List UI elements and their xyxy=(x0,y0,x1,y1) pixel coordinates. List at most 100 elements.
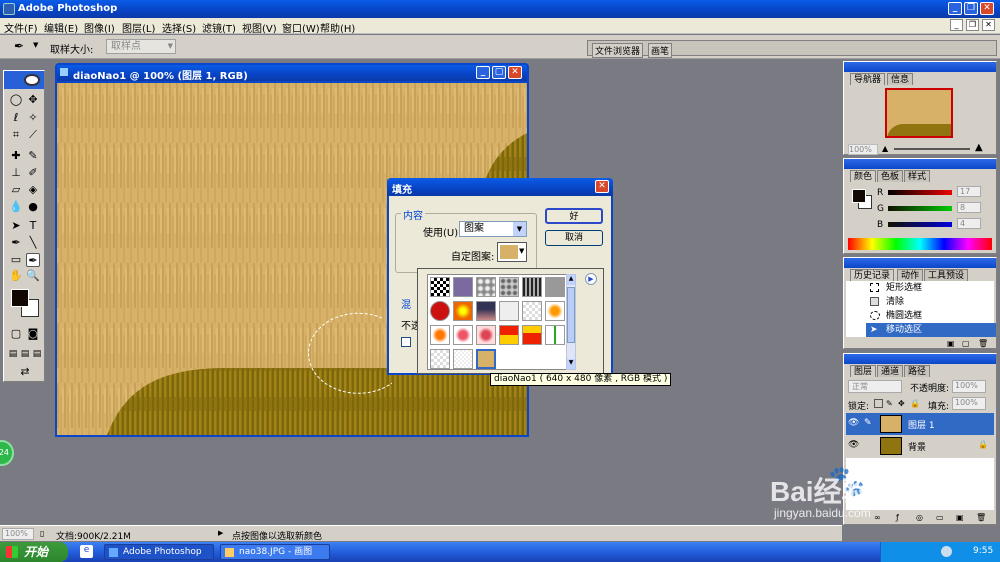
pattern-green-bar[interactable] xyxy=(545,325,565,345)
jump-to-imageready-icon[interactable]: ⇄ xyxy=(14,365,36,379)
tab-layers[interactable]: 图层 xyxy=(850,365,877,377)
path-select-icon[interactable]: ➤ xyxy=(9,219,23,233)
eyedropper-tool-icon[interactable]: ✒ xyxy=(26,253,40,267)
pattern-red-yellow-2[interactable] xyxy=(522,325,542,345)
menu-filter[interactable]: 滤镜(T) xyxy=(202,20,236,35)
history-snapshot-icon[interactable]: ▢ xyxy=(962,339,970,348)
maximize-button[interactable]: ❐ xyxy=(964,2,978,15)
layers-fill-value[interactable]: 100% xyxy=(952,397,986,410)
tab-paths[interactable]: 路径 xyxy=(904,365,931,377)
brush-tool-icon[interactable]: ✎ xyxy=(26,149,40,163)
clone-stamp-icon[interactable]: ⊥ xyxy=(9,166,23,180)
r-value[interactable]: 17 xyxy=(957,186,981,197)
scroll-down-icon[interactable]: ▼ xyxy=(567,359,575,369)
r-slider[interactable] xyxy=(888,190,952,195)
eye-icon[interactable]: 👁 xyxy=(848,418,859,428)
zoom-out-icon[interactable]: ▲ xyxy=(882,144,888,153)
history-delete-icon[interactable]: 🗑 xyxy=(978,339,988,348)
color-fg-swatch[interactable] xyxy=(852,189,866,203)
blend-mode-select[interactable]: 正常 xyxy=(848,380,902,393)
crop-tool-icon[interactable]: ⌗ xyxy=(9,128,23,142)
pattern-transparent-2[interactable] xyxy=(430,349,450,369)
menu-image[interactable]: 图像(I) xyxy=(84,20,115,35)
status-zoom[interactable]: 100% xyxy=(2,528,34,540)
pattern-transparent-3[interactable] xyxy=(453,349,473,369)
lock-transparency-icon[interactable] xyxy=(874,399,883,408)
menu-minimize-icon[interactable]: _ xyxy=(950,19,963,31)
lock-image-icon[interactable]: ✎ xyxy=(886,399,893,408)
hand-tool-icon[interactable]: ✋ xyxy=(9,269,23,283)
tab-swatches[interactable]: 色板 xyxy=(877,170,904,182)
layer-row-background[interactable]: 👁 背景 🔒 xyxy=(846,435,994,457)
eye-icon[interactable]: 👁 xyxy=(848,440,859,450)
tab-tool-presets[interactable]: 工具预设 xyxy=(924,269,969,281)
tab-file-browser[interactable]: 文件浏览器 xyxy=(592,43,644,58)
lasso-tool-icon[interactable]: ℓ xyxy=(9,111,23,125)
layer-row-layer1[interactable]: 👁 ✎ 图层 1 xyxy=(846,413,994,435)
menu-file[interactable]: 文件(F) xyxy=(4,20,38,35)
use-select[interactable]: 图案 ▼ xyxy=(459,221,527,237)
tool-preset-arrow-icon[interactable]: ▼ xyxy=(33,41,38,49)
pattern-menu-arrow-icon[interactable]: ▶ xyxy=(585,273,597,285)
lock-position-icon[interactable]: ✥ xyxy=(898,399,905,408)
status-arrow-icon[interactable]: ▶ xyxy=(218,529,223,537)
pattern-scrollbar[interactable]: ▲ ▼ xyxy=(566,274,576,370)
pattern-photo[interactable] xyxy=(476,301,496,321)
pattern-orange-flower[interactable] xyxy=(545,301,565,321)
doc-maximize-button[interactable]: ▢ xyxy=(492,66,506,79)
menu-layer[interactable]: 图层(L) xyxy=(122,20,155,35)
menu-view[interactable]: 视图(V) xyxy=(242,20,277,35)
tab-styles[interactable]: 样式 xyxy=(904,170,931,182)
standard-mode-icon[interactable]: ▢ xyxy=(9,327,23,341)
history-item-rect-marquee[interactable]: 矩形选框 xyxy=(866,281,996,295)
pattern-orange-flower-2[interactable] xyxy=(430,325,450,345)
tab-history[interactable]: 历史记录 xyxy=(850,269,895,281)
menu-select[interactable]: 选择(S) xyxy=(162,20,196,35)
eyedropper-icon[interactable]: ✒ xyxy=(14,39,24,53)
eraser-tool-icon[interactable]: ▱ xyxy=(9,183,23,197)
doc-close-button[interactable]: ✕ xyxy=(508,66,522,79)
notes-tool-icon[interactable]: ▭ xyxy=(9,253,23,267)
pattern-checker[interactable] xyxy=(430,277,450,297)
floating-badge[interactable]: 24 xyxy=(0,440,14,466)
scroll-up-icon[interactable]: ▲ xyxy=(567,275,575,285)
tab-actions[interactable]: 动作 xyxy=(897,269,924,281)
pattern-granite[interactable] xyxy=(545,277,565,297)
task-photoshop[interactable]: Adobe Photoshop xyxy=(104,544,214,560)
screen-mode-3-icon[interactable]: ▤ xyxy=(30,347,44,361)
tab-brushes[interactable]: 画笔 xyxy=(648,43,673,58)
layers-opacity-value[interactable]: 100% xyxy=(952,380,986,393)
dodge-tool-icon[interactable]: ● xyxy=(26,200,40,214)
pattern-pink-flower[interactable] xyxy=(453,325,473,345)
blur-tool-icon[interactable]: 💧 xyxy=(9,200,23,214)
foreground-color-swatch[interactable] xyxy=(11,289,29,307)
sample-size-select[interactable]: 取样点 ▼ xyxy=(106,39,176,54)
tab-navigator[interactable]: 导航器 xyxy=(850,73,886,85)
line-tool-icon[interactable]: ╲ xyxy=(26,236,40,250)
history-create-doc-icon[interactable]: ▣ xyxy=(947,339,955,348)
quickmask-mode-icon[interactable]: ◙ xyxy=(26,327,40,341)
g-value[interactable]: 8 xyxy=(957,202,981,213)
bucket-tool-icon[interactable]: ◈ xyxy=(26,183,40,197)
pattern-orange-sun[interactable] xyxy=(453,301,473,321)
pattern-red-yellow[interactable] xyxy=(499,325,519,345)
pattern-dark-lines[interactable] xyxy=(522,277,542,297)
preserve-checkbox[interactable] xyxy=(401,337,411,347)
task-paint[interactable]: nao38.JPG - 画图 xyxy=(220,544,330,560)
zoom-tool-icon[interactable]: 🔍 xyxy=(26,269,40,283)
ok-button[interactable]: 好 xyxy=(545,208,603,224)
pattern-ribbon[interactable] xyxy=(499,301,519,321)
fill-dialog-close-button[interactable]: ✕ xyxy=(595,180,609,193)
pattern-diaonao1[interactable] xyxy=(476,349,496,369)
history-item-ellipse-marquee[interactable]: 椭圆选框 xyxy=(866,309,996,323)
history-item-clear[interactable]: 清除 xyxy=(866,295,996,309)
slice-tool-icon[interactable]: ⟋ xyxy=(26,128,40,142)
pattern-gray-stones[interactable] xyxy=(499,277,519,297)
pattern-gray-bubbles[interactable] xyxy=(476,277,496,297)
navigator-zoom[interactable]: 100% xyxy=(848,144,878,155)
pen-tool-icon[interactable]: ✒ xyxy=(9,236,23,250)
custom-pattern-picker[interactable]: ▼ xyxy=(497,242,527,262)
tray-icon-1[interactable] xyxy=(941,546,952,557)
color-spectrum-bar[interactable] xyxy=(848,238,992,250)
pattern-purple-stones[interactable] xyxy=(453,277,473,297)
